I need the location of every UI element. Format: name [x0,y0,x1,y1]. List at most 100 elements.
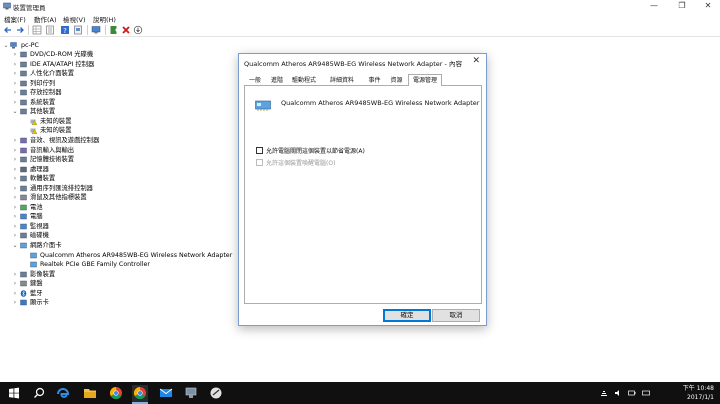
tab-power-management[interactable]: 電源管理 [408,74,442,86]
clock[interactable]: 下午 10:48 2017/1/1 [683,384,714,402]
expand-chevron-icon[interactable]: › [12,174,18,183]
cancel-button[interactable]: 取消 [432,309,480,322]
imaging-device-icon [20,271,27,277]
dialog-close-button[interactable]: ✕ [472,56,480,66]
toolbar-separator [28,25,29,35]
tree-item-label: 通用序列匯流排控制器 [30,184,93,192]
tree-item-label: 網路介面卡 [30,242,62,249]
device-manager-icon[interactable] [183,385,199,401]
tree-item-label: Qualcomm Atheros AR9485WB-EG Wireless Ne… [40,251,233,259]
toolbar-separator [105,25,106,35]
expand-chevron-icon[interactable]: › [12,231,18,240]
expand-chevron-icon[interactable]: › [12,203,18,212]
properties-grid-icon[interactable] [32,25,42,35]
start-icon[interactable] [6,385,22,401]
tree-item-label: 記憶體技術裝置 [30,156,75,164]
expand-chevron-icon[interactable]: › [12,289,18,298]
expand-chevron-icon[interactable]: › [12,136,18,145]
unknown-device-warning-icon [30,128,37,135]
disk-drive-icon [20,233,27,239]
mail-icon[interactable] [158,385,174,401]
ok-button[interactable]: 確定 [383,309,431,322]
monitor-icon [20,223,27,230]
dialog-title: Qualcomm Atheros AR9485WB-EG Wireless Ne… [244,60,462,68]
expand-chevron-icon[interactable]: › [12,69,18,78]
expand-chevron-icon[interactable]: › [12,50,18,59]
volume-icon[interactable] [614,389,622,397]
tree-item-label: 滑鼠及其他指標裝置 [30,194,87,202]
maximize-button[interactable]: ❐ [668,0,696,12]
software-device-icon [20,175,27,182]
device-tree: ⌄ pc-PC › DVD/CD-ROM 光碟機 › IDE ATA/ATAPI 控制… [0,38,240,382]
allow-turn-off-label[interactable]: 允許電腦關閉這個裝置以節省電源(A) [266,146,365,155]
memory-device-icon [20,156,27,163]
network-adapter-icon [255,100,271,111]
device-list-icon[interactable] [45,25,55,35]
expand-chevron-icon[interactable]: › [12,98,18,107]
tree-item-label: 人性化介面裝置 [30,70,75,78]
tree-item-label: 軟體裝置 [30,175,56,183]
network-icon[interactable] [600,389,608,397]
tree-item-label: 處理器 [30,165,49,173]
taskbar-active-app[interactable] [132,385,148,404]
title-bar: 裝置管理員 — ❐ ✕ [0,0,720,12]
tree-root-label: pc-PC [21,42,39,49]
network-adapter-icon [30,261,37,268]
back-icon[interactable] [3,25,13,35]
download-icon[interactable] [133,25,143,35]
expand-chevron-icon[interactable]: › [12,60,18,69]
usb-icon [20,185,27,191]
tree-item-label: 音訊輸入與輸出 [30,146,75,154]
monitor-icon[interactable] [91,25,101,35]
other-device-icon [20,109,27,115]
allow-wake-checkbox [256,159,263,166]
chrome-icon[interactable] [108,385,124,401]
expand-chevron-icon[interactable]: › [12,88,18,97]
tree-item-label: 鍵盤 [30,280,43,288]
app-icon[interactable] [208,385,224,401]
expand-chevron-icon[interactable]: › [12,184,18,193]
mouse-icon [20,195,27,201]
forward-icon[interactable] [15,25,25,35]
uninstall-icon[interactable] [121,25,131,35]
tree-item-label: IDE ATA/ATAPI 控制器 [30,60,95,68]
allow-turn-off-checkbox[interactable] [256,147,263,154]
expand-chevron-icon[interactable]: › [12,155,18,164]
computer-icon [20,214,27,220]
expand-chevron-icon[interactable]: › [12,165,18,174]
file-explorer-icon[interactable] [82,385,98,401]
collapse-chevron-icon[interactable]: ⌄ [12,241,18,250]
device-view-icon[interactable] [73,25,83,35]
battery-icon[interactable] [628,389,636,397]
tree-item-label: 電池 [30,203,43,211]
tree-item-label: 列印佇列 [30,79,56,87]
edge-icon[interactable] [55,385,71,401]
tree-item-label: 存放控制器 [30,89,62,97]
chrome-icon [133,387,146,400]
expand-chevron-icon[interactable]: › [12,212,18,221]
update-driver-icon[interactable] [109,25,119,35]
toolbar-separator [87,25,88,35]
expand-chevron-icon[interactable]: › [12,146,18,155]
expand-chevron-icon[interactable]: › [12,279,18,288]
collapse-chevron-icon[interactable]: ⌄ [3,41,9,50]
expand-chevron-icon[interactable]: › [12,222,18,231]
ide-controller-icon [20,61,27,67]
sound-icon [20,137,27,144]
tree-item-label: 其他裝置 [30,108,56,116]
keyboard-icon[interactable] [642,389,650,397]
search-icon[interactable] [31,385,47,401]
expand-chevron-icon[interactable]: › [12,298,18,307]
tree-item-label: 影像裝置 [30,270,56,278]
system-device-icon [20,99,27,105]
close-button[interactable]: ✕ [694,0,720,12]
menu-bar: 檔案(F) 動作(A) 檢視(V) 說明(H) [0,12,720,24]
expand-chevron-icon[interactable]: › [12,193,18,202]
expand-chevron-icon[interactable]: › [12,270,18,279]
tree-item-label: 未知的裝置 [40,117,72,125]
storage-controller-icon [20,89,27,96]
collapse-chevron-icon[interactable]: ⌄ [12,107,18,116]
minimize-button[interactable]: — [640,0,668,12]
help-icon[interactable]: ? [60,25,70,35]
expand-chevron-icon[interactable]: › [12,79,18,88]
